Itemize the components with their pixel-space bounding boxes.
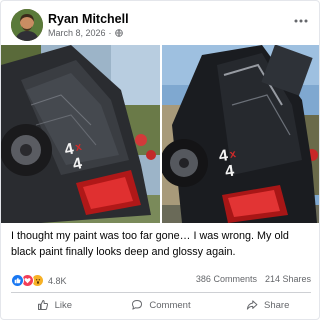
globe-icon	[114, 29, 123, 37]
meta-separator: ·	[108, 28, 112, 38]
like-label: Like	[54, 299, 73, 311]
truck-photo-before[interactable]: 4 x 4	[1, 45, 160, 223]
share-button[interactable]: Share	[214, 294, 319, 316]
truck-photo-after[interactable]: 4 x 4	[162, 45, 319, 223]
post-photos: 4 x 4 4 x 4	[1, 45, 319, 223]
post-header: Ryan Mitchell March 8, 2026 ·	[1, 1, 319, 45]
post-date[interactable]: March 8, 2026	[48, 28, 106, 38]
post-actions: Like Comment Share	[1, 294, 319, 316]
like-reaction-icon	[11, 274, 24, 287]
comments-count[interactable]: 386 Comments	[196, 274, 257, 284]
comment-bubble-icon	[131, 299, 143, 311]
reaction-count: 4.8K	[48, 275, 67, 286]
comment-button[interactable]: Comment	[108, 294, 215, 316]
shares-count[interactable]: 214 Shares	[265, 274, 311, 284]
author-avatar[interactable]	[11, 9, 43, 41]
comment-label: Comment	[149, 299, 191, 311]
share-arrow-icon	[246, 299, 258, 311]
like-button[interactable]: Like	[1, 294, 108, 316]
post-stats: 4.8K 386 Comments 214 Shares	[11, 274, 311, 288]
post-meta: March 8, 2026 ·	[48, 28, 123, 38]
author-name[interactable]: Ryan Mitchell	[48, 12, 129, 26]
engagement-counts: 386 Comments 214 Shares	[196, 274, 311, 284]
more-options-icon[interactable]	[291, 14, 311, 28]
facebook-post-card: Ryan Mitchell March 8, 2026 · 4 x 4 4 x …	[0, 0, 320, 320]
thumbs-up-icon	[37, 299, 49, 311]
reactions-summary[interactable]: 4.8K	[11, 274, 67, 287]
post-caption: I thought my paint was too far gone… I w…	[11, 230, 289, 258]
actions-divider	[11, 292, 311, 293]
share-label: Share	[264, 299, 290, 311]
